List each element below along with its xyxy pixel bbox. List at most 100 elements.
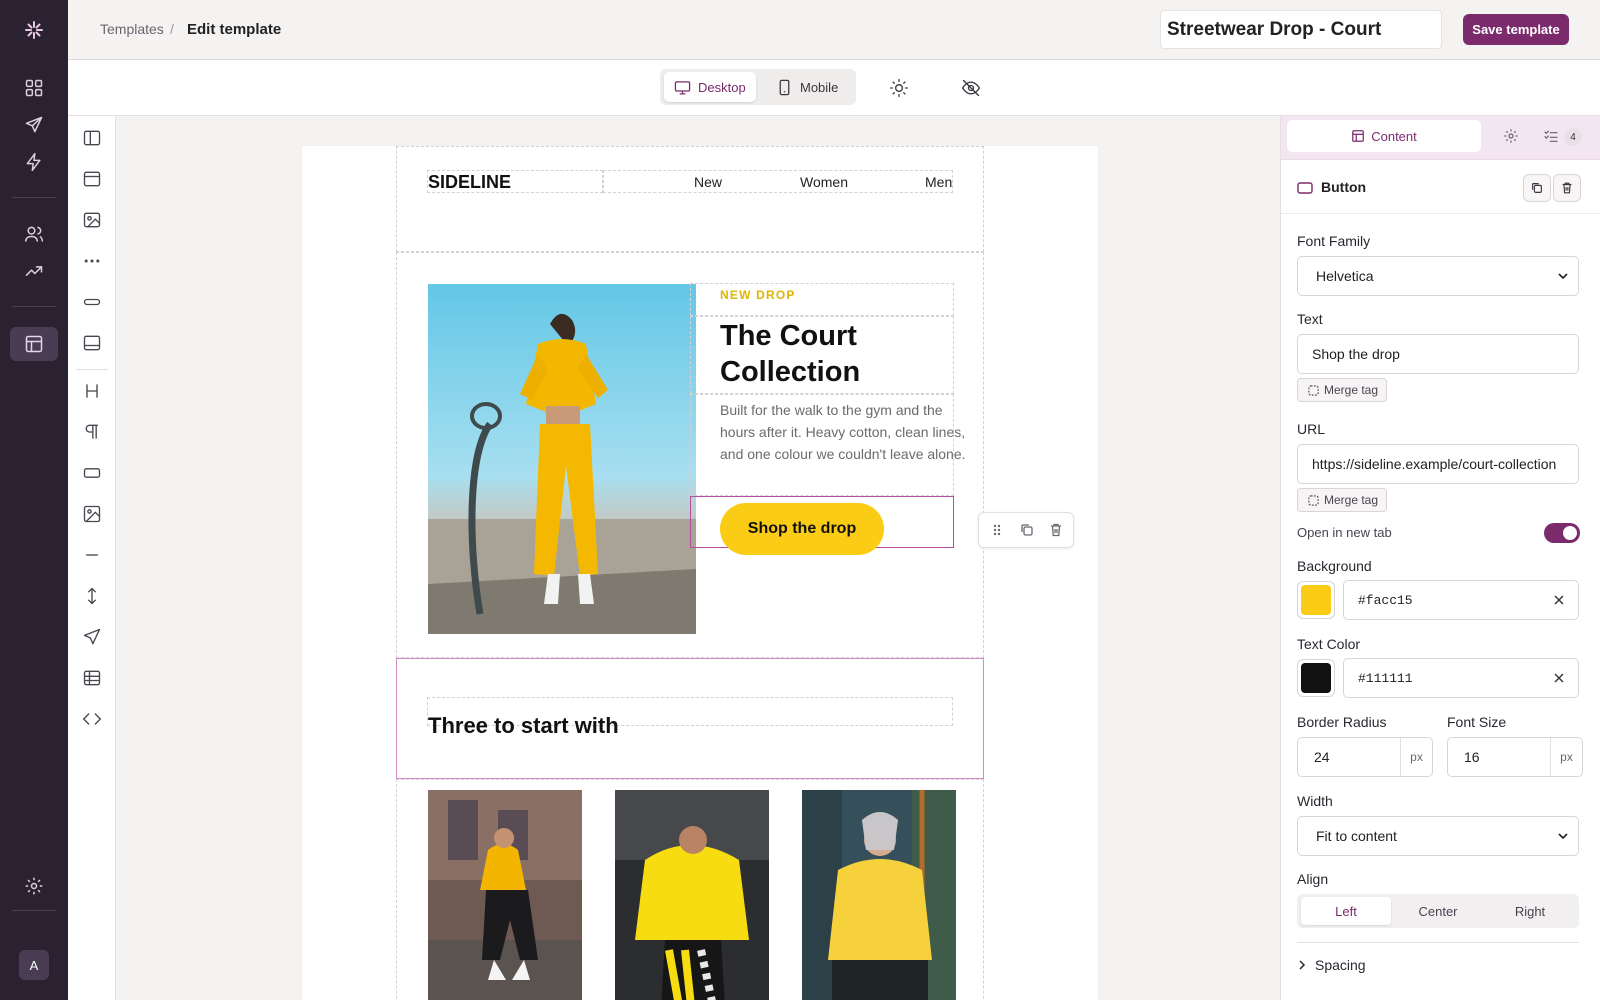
rail-divider [12, 197, 56, 198]
button-block-type-icon [1297, 182, 1313, 194]
mobile-label: Mobile [800, 79, 839, 95]
sun-icon[interactable] [889, 78, 909, 98]
properties-panel: Content 4 Button Font Family Helvetica T… [1280, 116, 1600, 1000]
mobile-icon [776, 79, 793, 96]
content-tab-icon [1351, 129, 1365, 143]
grid-icon[interactable] [21, 75, 47, 101]
table-icon[interactable] [81, 667, 103, 689]
desktop-toggle-button[interactable]: Desktop [664, 72, 756, 102]
header-section[interactable] [396, 146, 984, 252]
width-value: Fit to content [1316, 828, 1397, 844]
columns-icon[interactable] [81, 127, 103, 149]
breadcrumb-current: Edit template [187, 21, 282, 38]
app-logo-icon[interactable] [22, 18, 46, 42]
html-icon[interactable] [81, 708, 103, 730]
merge-tag-label: Merge tag [1324, 383, 1379, 397]
button-text-input[interactable]: Shop the drop [1297, 334, 1579, 374]
background-hex-input[interactable]: #facc15 [1343, 580, 1579, 620]
product-image-2[interactable] [615, 790, 769, 1000]
rail-divider [12, 306, 56, 307]
drag-handle-icon[interactable] [989, 522, 1005, 538]
section-icon[interactable] [81, 168, 103, 190]
image-block-icon[interactable] [81, 209, 103, 231]
settings-icon[interactable] [21, 873, 47, 899]
duplicate-icon[interactable] [1019, 522, 1035, 538]
email-preview: SIDELINE New Women Men NEW DROP The Cour [302, 146, 1098, 1000]
social-icon[interactable] [81, 626, 103, 648]
width-select[interactable]: Fit to content [1297, 816, 1579, 856]
checklist-count-badge: 4 [1564, 128, 1582, 146]
footer-icon[interactable] [81, 332, 103, 354]
clear-background-icon[interactable] [1552, 593, 1566, 607]
background-color-swatch[interactable] [1297, 581, 1335, 619]
nav-link-new[interactable]: New [694, 174, 722, 190]
breadcrumb-templates[interactable]: Templates [100, 21, 164, 37]
font-family-select[interactable]: Helvetica [1297, 256, 1579, 296]
align-center-button[interactable]: Center [1393, 897, 1483, 925]
shop-the-drop-button[interactable]: Shop the drop [720, 503, 884, 555]
spacing-accordion[interactable]: Spacing [1297, 942, 1579, 973]
delete-block-icon[interactable] [1553, 174, 1581, 202]
image-icon[interactable] [81, 503, 103, 525]
text-label: Text [1297, 311, 1323, 327]
palette-divider [76, 369, 108, 370]
text-merge-tag-button[interactable]: Merge tag [1297, 378, 1387, 402]
product-image-3[interactable] [802, 790, 956, 1000]
hide-icon[interactable] [961, 78, 981, 98]
border-radius-label: Border Radius [1297, 714, 1387, 730]
url-value: https://sideline.example/court-collectio… [1312, 456, 1557, 472]
nav-link-women[interactable]: Women [800, 174, 848, 190]
trending-icon[interactable] [21, 258, 47, 284]
delete-icon[interactable] [1048, 522, 1064, 538]
users-icon[interactable] [21, 221, 47, 247]
more-icon[interactable] [81, 250, 103, 272]
desktop-icon [674, 79, 691, 96]
chevron-down-icon [1558, 831, 1568, 841]
url-input[interactable]: https://sideline.example/court-collectio… [1297, 444, 1579, 484]
font-size-unit: px [1550, 738, 1582, 776]
app-rail: A [0, 0, 68, 1000]
block-actions-toolbar [978, 512, 1074, 548]
button-block-icon[interactable] [81, 291, 103, 313]
product-image-1[interactable] [428, 790, 582, 1000]
align-left-button[interactable]: Left [1301, 897, 1391, 925]
nav-block[interactable] [603, 170, 953, 193]
templates-icon[interactable] [10, 327, 58, 361]
block-palette [68, 116, 116, 1000]
tab-content[interactable]: Content [1287, 120, 1481, 152]
spacer-icon[interactable] [81, 585, 103, 607]
lightning-icon[interactable] [21, 149, 47, 175]
heading-icon[interactable] [81, 380, 103, 402]
divider-icon[interactable] [81, 544, 103, 566]
clear-text-color-icon[interactable] [1552, 671, 1566, 685]
border-radius-input[interactable]: 24 px [1297, 737, 1433, 777]
url-label: URL [1297, 421, 1326, 437]
block-header: Button [1281, 160, 1600, 214]
text-color-label: Text Color [1297, 636, 1361, 652]
text-color-swatch[interactable] [1297, 659, 1335, 697]
template-name-input[interactable] [1160, 10, 1442, 49]
text-color-hex-input[interactable]: #111111 [1343, 658, 1579, 698]
font-size-input[interactable]: 16 px [1447, 737, 1583, 777]
url-merge-tag-button[interactable]: Merge tag [1297, 488, 1387, 512]
block-title: Button [1321, 179, 1367, 195]
tab-content-label: Content [1371, 128, 1417, 144]
save-template-button[interactable]: Save template [1463, 14, 1569, 45]
chevron-down-icon [1558, 271, 1568, 281]
desktop-label: Desktop [698, 79, 746, 95]
send-icon[interactable] [21, 112, 47, 138]
breadcrumb-separator: / [170, 21, 174, 37]
mobile-toggle-button[interactable]: Mobile [766, 72, 848, 102]
hero-image[interactable] [428, 284, 696, 634]
align-right-button[interactable]: Right [1485, 897, 1575, 925]
open-new-tab-toggle[interactable] [1544, 523, 1580, 543]
tab-checklist-icon[interactable] [1543, 128, 1561, 146]
button-icon[interactable] [81, 462, 103, 484]
avatar[interactable]: A [19, 950, 49, 980]
paragraph-icon[interactable] [81, 421, 103, 443]
font-size-value: 16 [1464, 749, 1480, 765]
device-toggle: Desktop Mobile [660, 69, 856, 105]
nav-link-men[interactable]: Men [925, 174, 952, 190]
duplicate-block-icon[interactable] [1523, 174, 1551, 202]
tab-settings-gear-icon[interactable] [1503, 128, 1521, 146]
